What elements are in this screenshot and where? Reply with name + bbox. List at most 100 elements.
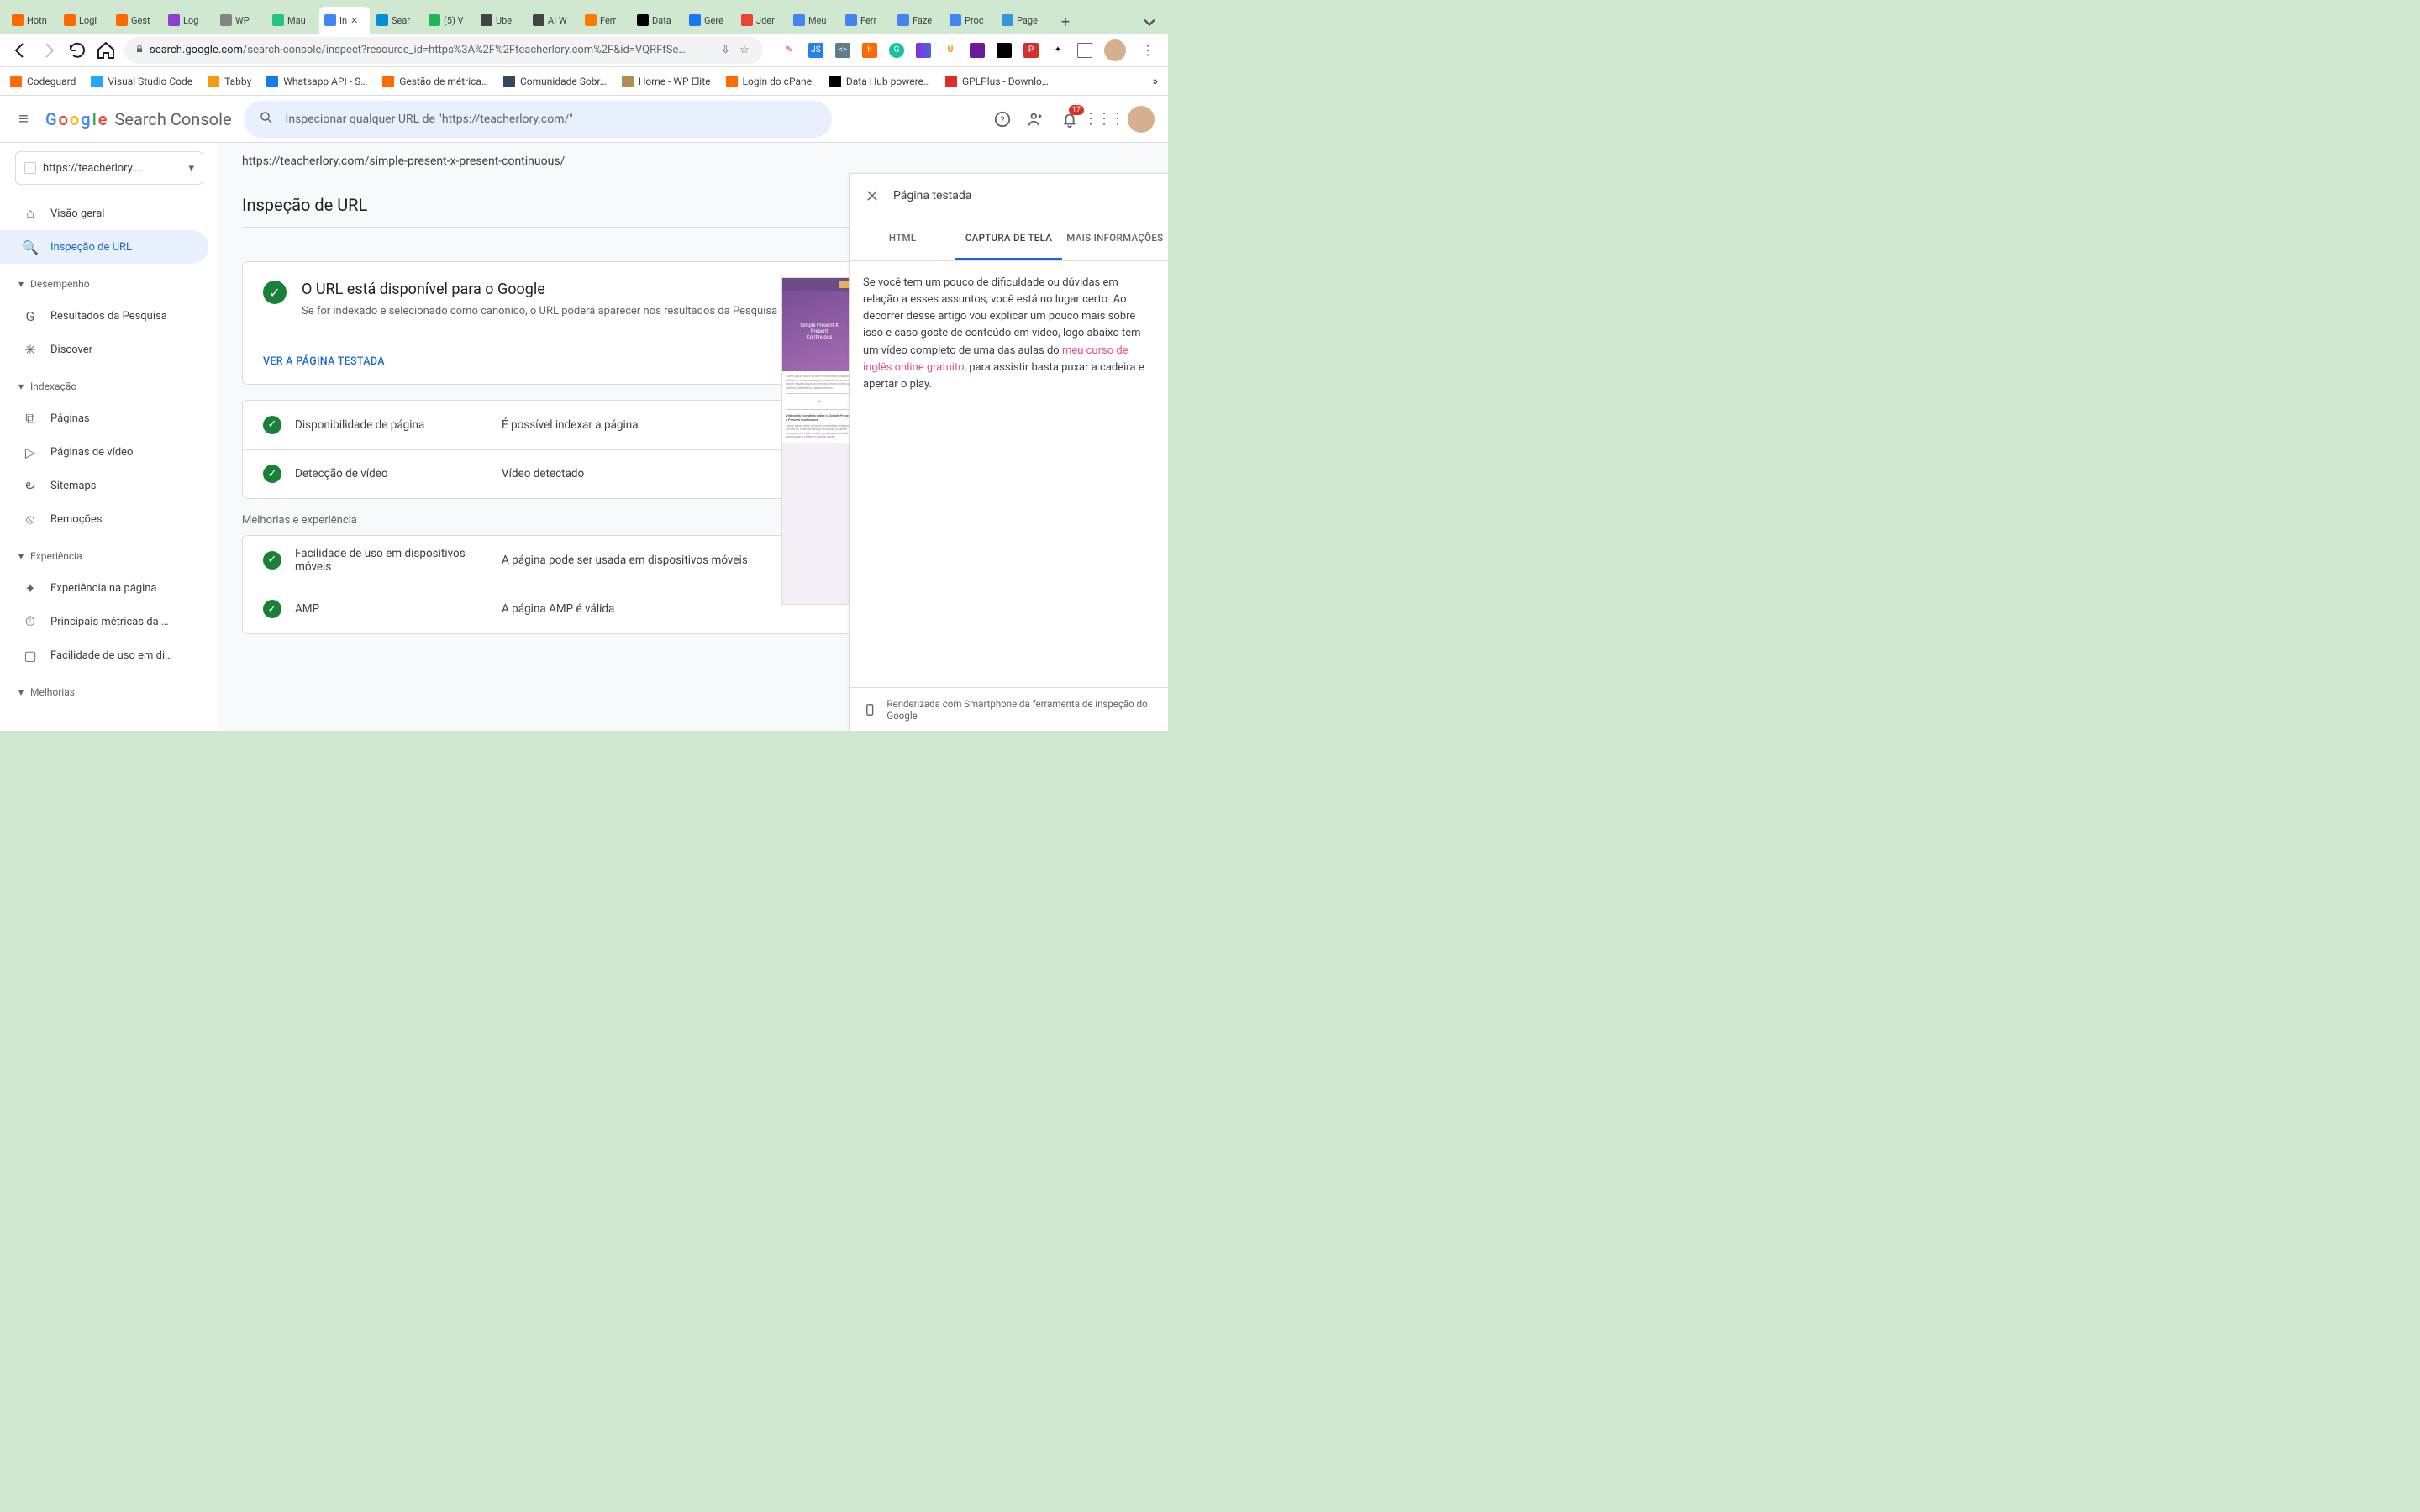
bookmark-item[interactable]: Tabby	[208, 76, 251, 87]
sidebar-item[interactable]: ✦Experiência na página	[0, 571, 208, 605]
sidebar-group-header[interactable]: ▾Melhorias	[0, 677, 218, 707]
profile-avatar[interactable]	[1104, 39, 1126, 61]
browser-tab[interactable]: Logi	[59, 7, 109, 34]
sidebar-item[interactable]: ✳Discover	[0, 333, 208, 366]
browser-tab[interactable]: (5) V	[424, 7, 474, 34]
ext-icon-wappalyzer[interactable]	[970, 43, 985, 58]
back-button[interactable]	[10, 40, 30, 60]
tab-label: Ube	[496, 15, 512, 26]
sidebar-item[interactable]: ⏱Principais métricas da …	[0, 605, 208, 638]
sidebar-item[interactable]: ⧉Páginas	[0, 402, 208, 435]
install-icon[interactable]: ⇩	[721, 44, 734, 56]
close-panel-button[interactable]	[865, 188, 880, 203]
apps-icon[interactable]: ⋮⋮⋮	[1094, 110, 1113, 129]
bookmark-favicon	[622, 76, 634, 87]
sidebar-item-label: Experiência na página	[50, 582, 157, 595]
sidebar-item[interactable]: GResultados da Pesquisa	[0, 299, 208, 333]
ext-icon-ubersuggest[interactable]: U	[943, 43, 958, 58]
sidepanel-icon[interactable]	[1077, 43, 1092, 58]
sitemap-icon: ౿	[22, 476, 39, 496]
ext-icon-vue[interactable]: JS	[808, 43, 823, 58]
sidebar-item[interactable]: ▷Páginas de vídeo	[0, 435, 208, 469]
browser-tab[interactable]: Faze	[892, 7, 943, 34]
ext-icon-dark[interactable]	[997, 43, 1012, 58]
ext-icon-pdf[interactable]: P	[1023, 43, 1039, 58]
bookmark-item[interactable]: Data Hub powere…	[829, 76, 930, 87]
bookmark-item[interactable]: GPLPlus - Downlo…	[945, 76, 1049, 87]
forward-button[interactable]	[39, 40, 59, 60]
users-icon[interactable]	[1027, 110, 1045, 129]
tabs-overflow-button[interactable]	[1138, 10, 1161, 34]
browser-tab[interactable]: Ferr	[580, 7, 630, 34]
browser-tab[interactable]: Proc	[944, 7, 995, 34]
browser-tab[interactable]: Gest	[111, 7, 161, 34]
home-button[interactable]	[96, 40, 116, 60]
browser-tab[interactable]: Hotn	[7, 7, 57, 34]
property-selector[interactable]: https://teacherlory…. ▾	[15, 151, 203, 185]
ext-icon-ahrefs[interactable]: h	[862, 43, 877, 58]
browser-tab[interactable]: In✕	[319, 7, 370, 34]
bookmark-label: GPLPlus - Downlo…	[962, 76, 1049, 87]
notifications-icon[interactable]: 17	[1060, 110, 1079, 129]
ext-icon-similarweb[interactable]	[916, 43, 931, 58]
panel-tab[interactable]: HTML	[850, 218, 955, 260]
sidebar-group-title: Experiência	[30, 550, 82, 562]
bookmark-item[interactable]: Whatsapp API - S…	[266, 76, 367, 87]
bookmark-item[interactable]: Home - WP Elite	[622, 76, 711, 87]
chrome-menu-icon[interactable]: ⋮	[1138, 40, 1158, 60]
sidebar-item-label: Remoções	[50, 513, 103, 526]
bookmark-item[interactable]: Login do cPanel	[726, 76, 814, 87]
sidebar-item[interactable]: ⌂Visão geral	[0, 197, 208, 230]
browser-tab[interactable]: Data	[632, 7, 682, 34]
bookmark-item[interactable]: Codeguard	[10, 76, 76, 87]
panel-tab[interactable]: CAPTURA DE TELA	[955, 218, 1061, 260]
browser-tab[interactable]: Ferr	[840, 7, 891, 34]
bookmark-label: Home - WP Elite	[639, 76, 711, 87]
browser-tab[interactable]: Jder	[736, 7, 786, 34]
browser-tab[interactable]: Log	[163, 7, 213, 34]
browser-tab[interactable]: Ube	[476, 7, 526, 34]
reload-button[interactable]	[67, 40, 87, 60]
sidebar-group-header[interactable]: ▾Desempenho	[0, 269, 218, 299]
view-tested-page-button[interactable]: VER A PÁGINA TESTADA	[263, 355, 385, 368]
browser-tab[interactable]: Sear	[371, 7, 422, 34]
bookmarks-overflow-icon[interactable]: »	[1152, 75, 1158, 88]
*-icon: ✳	[22, 342, 39, 358]
product-logo[interactable]: Google Search Console	[45, 109, 232, 129]
bookmark-label: Codeguard	[27, 76, 76, 87]
bookmark-item[interactable]: Visual Studio Code	[91, 76, 192, 87]
sidebar-item[interactable]: ▢Facilidade de uso em di…	[0, 638, 208, 672]
extensions-icon[interactable]: ✦	[1050, 43, 1065, 58]
sidebar-item-label: Sitemaps	[50, 480, 97, 492]
menu-button[interactable]: ≡	[13, 109, 34, 129]
omnibox[interactable]: search.google.com/search-console/inspect…	[124, 37, 763, 64]
panel-tab[interactable]: MAIS INFORMAÇÕES	[1062, 218, 1168, 260]
browser-tab[interactable]: Page	[997, 7, 1047, 34]
browser-tab[interactable]: AI W	[528, 7, 578, 34]
ext-icon-grammarly[interactable]: G	[889, 43, 904, 58]
ext-icon-code[interactable]: <>	[835, 43, 850, 58]
bookmark-favicon	[945, 76, 957, 87]
bookmark-item[interactable]: Comunidade Sobr…	[503, 76, 607, 87]
status-label: Detecção de vídeo	[295, 467, 488, 480]
help-icon[interactable]: ?	[993, 110, 1012, 129]
browser-tab[interactable]: Mau	[267, 7, 318, 34]
bookmark-item[interactable]: Gestão de métrica…	[382, 76, 488, 87]
star-icon[interactable]: ☆	[739, 44, 753, 56]
tab-label: Page	[1017, 15, 1038, 26]
sidebar-group-header[interactable]: ▾Experiência	[0, 541, 218, 571]
url-inspect-input[interactable]: Inspecionar qualquer URL de "https://tea…	[244, 101, 832, 138]
sidebar-item-label: Facilidade de uso em di…	[50, 649, 172, 662]
new-tab-button[interactable]: +	[1054, 10, 1077, 34]
browser-tab[interactable]: Meu	[788, 7, 839, 34]
close-tab-icon[interactable]: ✕	[350, 15, 360, 25]
sidebar-item[interactable]: ౿ Sitemaps	[0, 469, 208, 502]
account-avatar[interactable]	[1128, 106, 1155, 133]
browser-tab[interactable]: WP	[215, 7, 266, 34]
inspected-url: https://teacherlory.com/simple-present-x…	[242, 155, 1144, 168]
browser-tab[interactable]: Gere	[684, 7, 734, 34]
ext-icon-colorpicker[interactable]: ✎	[781, 43, 797, 58]
sidebar-item[interactable]: ⦸Remoções	[0, 502, 208, 536]
sidebar-item[interactable]: 🔍Inspeção de URL	[0, 230, 208, 264]
sidebar-group-header[interactable]: ▾Indexação	[0, 371, 218, 402]
